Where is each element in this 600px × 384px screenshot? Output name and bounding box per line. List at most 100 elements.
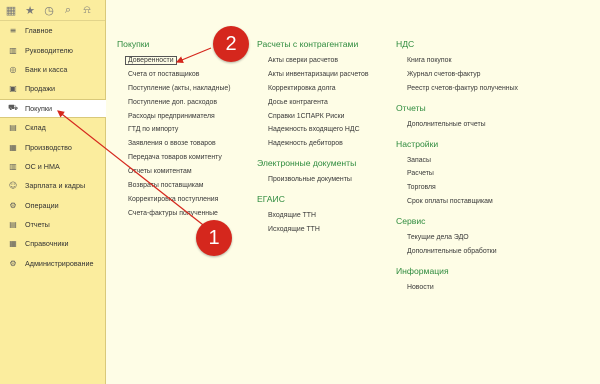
section-link[interactable]: Срок оплаты поставщикам	[396, 195, 518, 209]
sidebar-nav: ≡ Главное ▥ Руководителю ◎ Банк и касса ▣ Прода…	[0, 21, 106, 273]
link-label: Доверенности	[125, 56, 177, 65]
sidebar-item[interactable]: ▦ Справочники	[0, 234, 105, 253]
sidebar-item[interactable]: ▥ ОС и НМА	[0, 157, 105, 176]
section-edocs: Электронные документы Произвольные докум…	[257, 158, 369, 187]
sidebar-item-label: Банк и касса	[25, 64, 68, 74]
section-link[interactable]: Досье контрагента	[257, 96, 369, 110]
section-link[interactable]: Торговля	[396, 181, 518, 195]
sidebar-item-label: Операции	[25, 200, 59, 210]
section-link[interactable]: Расходы предпринимателя	[117, 110, 231, 124]
section-link[interactable]: Текущие дела ЭДО	[396, 231, 518, 245]
section-link[interactable]: Поступление (акты, накладные)	[117, 82, 231, 96]
section-link[interactable]: Входящие ТТН	[257, 209, 369, 223]
factory-icon: ▦	[9, 142, 17, 152]
section-info: Информация Новости	[396, 266, 518, 295]
sidebar: ▦ ★ ◷ ⌕ ⍾ ≡ Главное ▥ Руководителю ◎ Банк и к…	[0, 0, 106, 384]
section-link[interactable]: Возвраты поставщикам	[117, 179, 231, 193]
link-label: Отчеты комитентам	[128, 168, 192, 176]
section-link[interactable]: Новости	[396, 281, 518, 295]
link-label: Поступление доп. расходов	[128, 98, 217, 106]
link-label: Акты сверки расчетов	[268, 57, 338, 64]
sidebar-item-label: ОС и НМА	[25, 161, 60, 171]
section-link[interactable]: Справки 1СПАРК Риски	[257, 110, 369, 124]
sidebar-item[interactable]: ▣ Продажи	[0, 79, 105, 98]
section-link[interactable]: Расчеты	[396, 167, 518, 181]
section-link[interactable]: Дополнительные обработки	[396, 245, 518, 259]
report-icon: ▤	[9, 220, 17, 230]
link-label: Счета от поставщиков	[128, 70, 200, 78]
link-label: Счета-фактуры полученные	[128, 209, 218, 217]
link-label: Книга покупок	[407, 57, 452, 64]
section-link[interactable]: ГТД по импорту	[117, 123, 231, 137]
link-label: Досье контрагента	[268, 98, 328, 106]
section-title: Настройки	[396, 138, 439, 149]
column-3: НДС Книга покупок Журнал счетов-фактур Рее…	[396, 39, 518, 295]
link-label: Надежность входящего НДС	[268, 126, 360, 134]
column-2: Расчеты с контрагентами Акты сверки расч…	[257, 39, 369, 237]
section-link[interactable]: Реестр счетов-фактур полученных	[396, 82, 518, 96]
section-link[interactable]: Передача товаров комитенту	[117, 151, 231, 165]
sidebar-item[interactable]: ⚙ Операции	[0, 196, 105, 215]
warehouse-icon: ▤	[9, 123, 17, 133]
section-link[interactable]: Счета-фактуры полученные	[117, 207, 231, 221]
section-link[interactable]: Журнал счетов-фактур	[396, 68, 518, 82]
sidebar-item[interactable]: ▥ Руководителю	[0, 40, 105, 59]
section-link[interactable]: Дополнительные отчеты	[396, 118, 518, 132]
section-title: Электронные документы	[257, 158, 357, 169]
sidebar-item[interactable]: ≡ Главное	[0, 21, 105, 40]
sidebar-item-label: Главное	[25, 26, 53, 36]
section-link[interactable]: Книга покупок	[396, 54, 518, 68]
section-link[interactable]: Акты инвентаризации расчетов	[257, 68, 369, 82]
section-link[interactable]: Корректировка долга	[257, 82, 369, 96]
section-link[interactable]: Поступление доп. расходов	[117, 96, 231, 110]
section-link[interactable]: Надежность входящего НДС	[257, 123, 369, 137]
history-icon[interactable]: ◷	[41, 2, 57, 18]
section-settings: Настройки Запасы Расчеты Торговля Срок опла…	[396, 139, 518, 210]
section-title: Сервис	[396, 216, 426, 227]
section-title: Информация	[396, 265, 449, 276]
star-icon[interactable]: ★	[22, 2, 38, 18]
link-label: Исходящие ТТН	[268, 226, 320, 234]
people-icon: ☺	[8, 181, 18, 191]
main-content: Покупки Доверенности Счета от поставщиков…	[107, 0, 600, 384]
sidebar-item[interactable]: ☺ Зарплата и кадры	[0, 176, 105, 195]
link-label: Корректировка поступления	[128, 195, 219, 203]
link-label: Корректировка долга	[268, 84, 336, 92]
section-link[interactable]: Произвольные документы	[257, 173, 369, 187]
coins-icon: ◎	[9, 64, 17, 74]
toolbar: ▦ ★ ◷ ⌕ ⍾	[0, 0, 105, 21]
link-label: Текущие дела ЭДО	[407, 234, 469, 242]
sidebar-item[interactable]: ▦ Производство	[0, 137, 105, 156]
bag-icon: ▣	[9, 84, 17, 94]
menu-icon: ≡	[9, 26, 17, 36]
annotation-badge-2: 2	[213, 26, 249, 62]
sidebar-item-label: Справочники	[25, 239, 69, 249]
grid-icon[interactable]: ▦	[3, 2, 19, 18]
section-link[interactable]: Корректировка поступления	[117, 193, 231, 207]
sidebar-item-label: Зарплата и кадры	[25, 181, 86, 191]
operations-icon: ⚙	[9, 200, 17, 210]
section-link[interactable]: Доверенности	[117, 54, 231, 68]
link-label: Торговля	[407, 184, 436, 192]
sidebar-item[interactable]: ⛟ Покупки	[0, 98, 106, 118]
link-label: Дополнительные обработки	[407, 248, 497, 256]
section-link[interactable]: Надежность дебиторов	[257, 137, 369, 151]
section-title: Отчеты	[396, 102, 426, 113]
building-icon: ▥	[9, 161, 17, 171]
section-link[interactable]: Исходящие ТТН	[257, 223, 369, 237]
link-label: Произвольные документы	[268, 176, 352, 184]
sidebar-item[interactable]: ▤ Склад	[0, 118, 105, 137]
sidebar-item[interactable]: ⚙ Администрирование	[0, 254, 105, 273]
section-link[interactable]: Счета от поставщиков	[117, 68, 231, 82]
section-link[interactable]: Отчеты комитентам	[117, 165, 231, 179]
search-icon[interactable]: ⌕	[60, 2, 76, 18]
section-link[interactable]: Акты сверки расчетов	[257, 54, 369, 68]
section-link[interactable]: Заявления о ввозе товаров	[117, 137, 231, 151]
sidebar-item[interactable]: ◎ Банк и касса	[0, 60, 105, 79]
sidebar-item[interactable]: ▤ Отчеты	[0, 215, 105, 234]
section-link[interactable]: Запасы	[396, 154, 518, 168]
section-vat: НДС Книга покупок Журнал счетов-фактур Рее…	[396, 39, 518, 96]
sidebar-item-label: Продажи	[25, 84, 56, 94]
link-label: ГТД по импорту	[128, 126, 179, 134]
bell-icon[interactable]: ⍾	[79, 2, 95, 18]
